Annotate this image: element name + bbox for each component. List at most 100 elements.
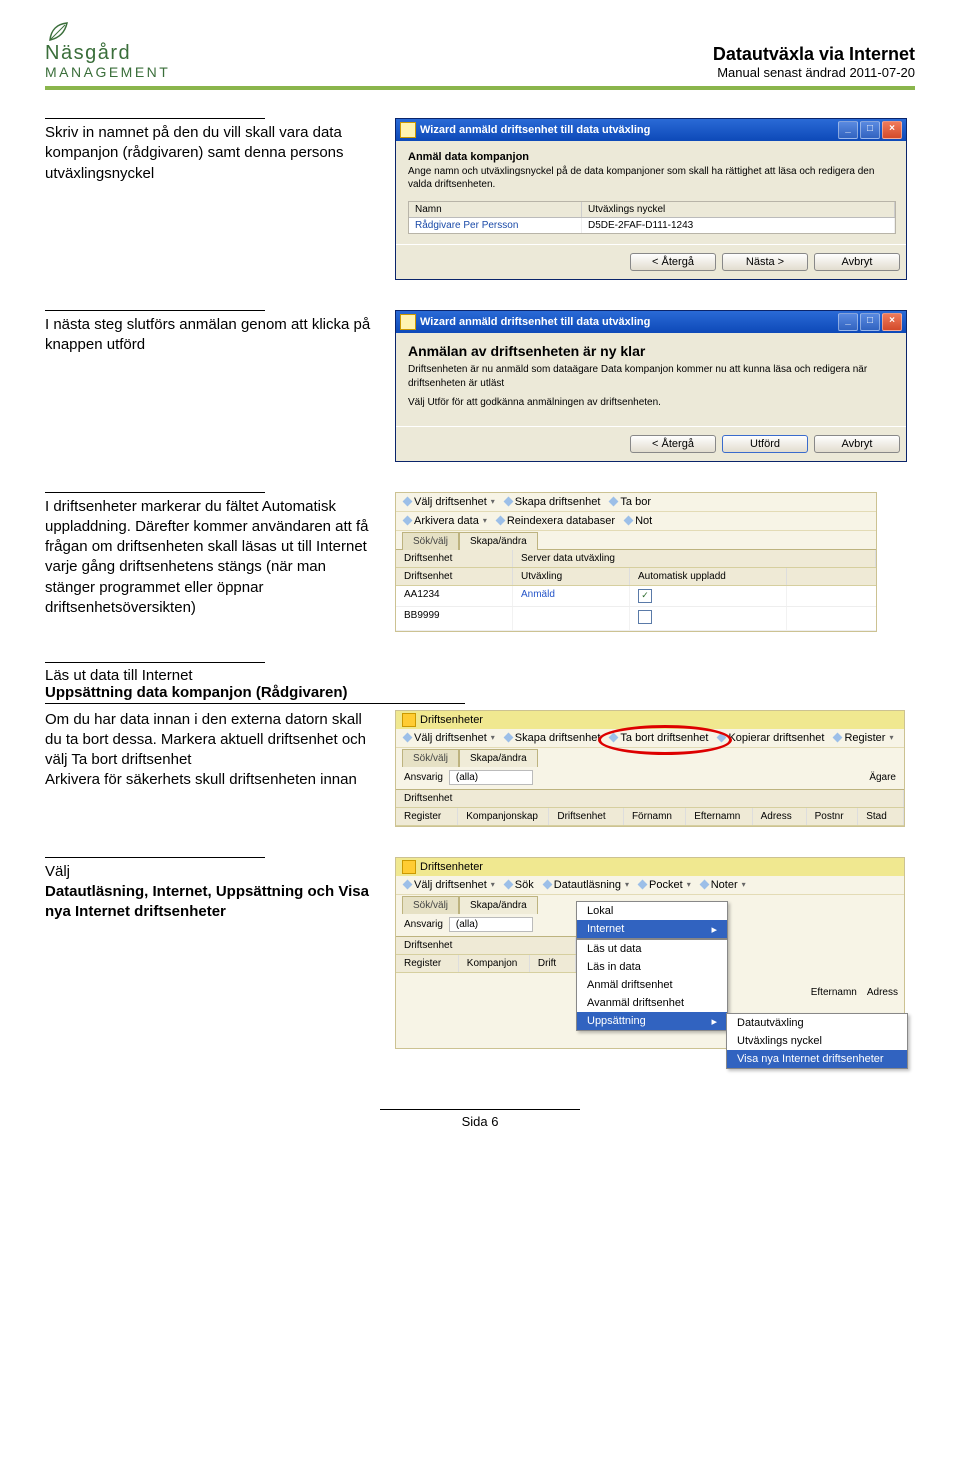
sub-th-auto: Automatisk uppladd <box>630 568 787 585</box>
menu-internet[interactable]: Internet▸ <box>577 920 727 938</box>
tb-noter[interactable]: Noter▾ <box>701 879 746 891</box>
wizard-window-1: Wizard anmäld driftsenhet till data utvä… <box>395 118 907 280</box>
tb-copy[interactable]: Kopierar driftsenhet <box>718 732 824 744</box>
tb-select-de[interactable]: Välj driftsenhet▾ <box>404 496 495 508</box>
app-strip-2: Driftsenheter Välj driftsenhet▾ Skapa dr… <box>395 710 905 827</box>
logo-line2: MANAGEMENT <box>45 64 170 80</box>
wizard2-p1: Driftsenheten är nu anmäld som dataägare… <box>408 363 894 390</box>
section5-text: Välj <box>45 862 375 882</box>
tb-select[interactable]: Välj driftsenhet▾ <box>404 732 495 744</box>
section3-text: I driftsenheter markerar du fältet Autom… <box>45 498 369 616</box>
dataout-menu: Lokal Internet▸ <box>576 901 728 939</box>
uppsattning-submenu: Datautväxling Utväxlings nyckel Visa nya… <box>726 1013 908 1069</box>
sub-visa[interactable]: Visa nya Internet driftsenheter <box>727 1050 907 1068</box>
app-strip-3: Driftsenheter Välj driftsenhet▾ Sök Data… <box>395 857 905 1049</box>
row-key[interactable]: D5DE-2FAF-D111-1243 <box>582 218 895 233</box>
tab-skapa[interactable]: Skapa/ändra <box>459 532 538 550</box>
tb-remove[interactable]: Ta bort driftsenhet <box>610 732 708 744</box>
maximize-button[interactable]: □ <box>860 313 880 331</box>
minimize-button[interactable]: _ <box>838 313 858 331</box>
tab-sok[interactable]: Sök/välj <box>402 896 459 914</box>
wizard2-p2: Välj Utför för att godkänna anmälningen … <box>408 396 894 410</box>
ansvarig-label: Ansvarig <box>404 919 443 930</box>
th-de: Driftsenhet <box>396 937 576 954</box>
tb-dataout[interactable]: Datautläsning▾ <box>544 879 629 891</box>
section4-text: Om du har data innan i den externa dator… <box>45 710 375 791</box>
close-button[interactable]: × <box>882 313 902 331</box>
th-de: Driftsenhet <box>396 790 904 807</box>
wizard2-heading: Anmälan av driftsenheten är ny klar <box>408 343 894 359</box>
window1-title: Wizard anmäld driftsenhet till data utvä… <box>420 124 650 136</box>
leaf-icon <box>45 20 71 42</box>
tab-skapa[interactable]: Skapa/ändra <box>459 896 538 914</box>
tb-tabor[interactable]: Ta bor <box>610 496 651 508</box>
menu-anmal[interactable]: Anmäl driftsenhet <box>577 976 727 994</box>
agare-label: Ägare <box>869 772 896 783</box>
menu-lasut[interactable]: Läs ut data <box>577 940 727 958</box>
table-row[interactable]: BB9999 <box>396 607 876 631</box>
section2-text: I nästa steg slutförs anmälan genom att … <box>45 316 370 353</box>
s4-h1: Läs ut data till Internet <box>45 667 915 684</box>
tb-create[interactable]: Skapa driftsenhet <box>505 732 601 744</box>
cancel-button[interactable]: Avbryt <box>814 435 900 453</box>
section1-text: Skriv in namnet på den du vill skall var… <box>45 124 344 182</box>
tb-pocket[interactable]: Pocket▾ <box>639 879 691 891</box>
section5-bold: Datautläsning, Internet, Uppsättning och… <box>45 882 375 923</box>
app-icon <box>400 314 416 330</box>
page-subtitle: Manual senast ändrad 2011-07-20 <box>713 65 915 80</box>
tb-archive[interactable]: Arkivera data▾ <box>404 515 487 527</box>
app-icon <box>402 713 416 727</box>
tb-search[interactable]: Sök <box>505 879 534 891</box>
th-server: Server data utväxling <box>513 550 876 567</box>
col-name: Namn <box>409 202 582 217</box>
close-button[interactable]: × <box>882 121 902 139</box>
win-title: Driftsenheter <box>420 861 483 873</box>
logo-line1: Näsgård <box>45 43 131 64</box>
page-title: Datautväxla via Internet <box>713 44 915 65</box>
wizard-window-2: Wizard anmäld driftsenhet till data utvä… <box>395 310 907 462</box>
menu-lasin[interactable]: Läs in data <box>577 958 727 976</box>
page-number: Sida 6 <box>462 1114 499 1129</box>
next-button[interactable]: Nästa > <box>722 253 808 271</box>
auto-checkbox[interactable] <box>638 610 652 624</box>
header-rule <box>45 86 915 90</box>
tb-select[interactable]: Välj driftsenhet▾ <box>404 879 495 891</box>
done-button[interactable]: Utförd <box>722 435 808 453</box>
app-strip-1: Välj driftsenhet▾ Skapa driftsenhet Ta b… <box>395 492 877 632</box>
wizard-subtext: Ange namn och utväxlingsnyckel på de dat… <box>408 165 894 191</box>
back-button[interactable]: < Återgå <box>630 253 716 271</box>
tab-sok[interactable]: Sök/välj <box>402 532 459 550</box>
ansvarig-field[interactable]: (alla) <box>449 917 533 932</box>
minimize-button[interactable]: _ <box>838 121 858 139</box>
th-de: Driftsenhet <box>396 550 513 567</box>
sub-key[interactable]: Utväxlings nyckel <box>727 1032 907 1050</box>
back-button[interactable]: < Återgå <box>630 435 716 453</box>
app-icon <box>400 122 416 138</box>
table-row[interactable]: AA1234 Anmäld ✓ <box>396 586 876 607</box>
companion-grid: Namn Utväxlings nyckel Rådgivare Per Per… <box>408 201 896 234</box>
tab-sok[interactable]: Sök/välj <box>402 749 459 767</box>
menu-lokal[interactable]: Lokal <box>577 902 727 920</box>
win-title: Driftsenheter <box>420 714 483 726</box>
ansvarig-label: Ansvarig <box>404 772 443 783</box>
row-name[interactable]: Rådgivare Per Persson <box>409 218 582 233</box>
tb-not[interactable]: Not <box>625 515 652 527</box>
tab-skapa[interactable]: Skapa/ändra <box>459 749 538 767</box>
tb-create-de[interactable]: Skapa driftsenhet <box>505 496 601 508</box>
sub-th-utv: Utväxling <box>513 568 630 585</box>
logo: Näsgård MANAGEMENT <box>45 20 170 80</box>
menu-uppsattning[interactable]: Uppsättning▸ <box>577 1012 727 1030</box>
tb-reindex[interactable]: Reindexera databaser <box>497 515 615 527</box>
menu-avanmal[interactable]: Avanmäl driftsenhet <box>577 994 727 1012</box>
ansvarig-field[interactable]: (alla) <box>449 770 533 785</box>
maximize-button[interactable]: □ <box>860 121 880 139</box>
sub-datautv[interactable]: Datautväxling <box>727 1014 907 1032</box>
sub-th-de: Driftsenhet <box>396 568 513 585</box>
internet-submenu: Läs ut data Läs in data Anmäl driftsenhe… <box>576 939 728 1031</box>
col-key: Utväxlings nyckel <box>582 202 895 217</box>
tb-register[interactable]: Register▾ <box>834 732 893 744</box>
s4-h2: Uppsättning data kompanjon (Rådgivaren) <box>45 684 915 701</box>
auto-checkbox[interactable]: ✓ <box>638 589 652 603</box>
cancel-button[interactable]: Avbryt <box>814 253 900 271</box>
wizard-heading: Anmäl data kompanjon <box>408 151 894 163</box>
